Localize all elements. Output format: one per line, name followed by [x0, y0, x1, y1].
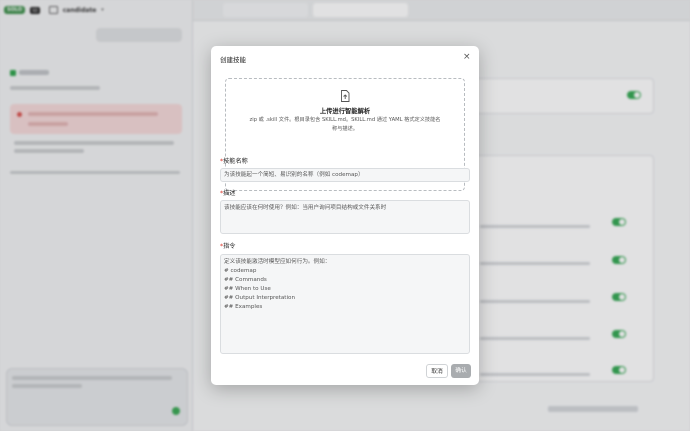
file-upload-icon: [341, 90, 350, 102]
description-textarea[interactable]: 该技能应该在何时使用？例如：当用户询问项目结构或文件关系时: [220, 200, 470, 234]
instructions-label-text: 指令: [223, 243, 236, 250]
confirm-button[interactable]: 确认: [451, 364, 471, 378]
create-skill-dialog: 创建技能 × 上传进行智能解析 zip 或 .skill 文件。根目录包含 SK…: [211, 46, 479, 385]
dialog-title: 创建技能: [220, 56, 246, 64]
name-label-text: 技能名称: [223, 158, 248, 165]
instructions-textarea[interactable]: 定义该技能激活时模型应如何行为。例如： # codemap ## Command…: [220, 254, 470, 354]
skill-name-input[interactable]: 为该技能起一个简短、易识别的名称（例如 codemap）: [220, 168, 470, 182]
name-label: *技能名称: [220, 156, 248, 165]
instructions-label: *指令: [220, 241, 235, 250]
description-label: *描述: [220, 188, 235, 197]
description-label-text: 描述: [223, 190, 236, 197]
close-icon[interactable]: ×: [463, 53, 471, 62]
upload-title: 上传进行智能解析: [319, 108, 371, 115]
upload-description: zip 或 .skill 文件。根目录包含 SKILL.md。SKILL.md …: [249, 117, 441, 132]
cancel-button[interactable]: 取消: [426, 364, 448, 378]
